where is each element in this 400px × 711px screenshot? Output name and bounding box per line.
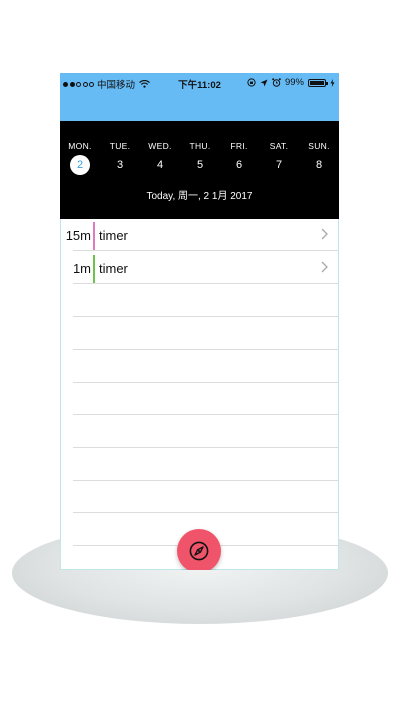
day-name: TUE. bbox=[109, 141, 131, 151]
empty-row-divider bbox=[73, 381, 338, 383]
empty-row-divider bbox=[73, 512, 338, 514]
day-number: 3 bbox=[116, 159, 124, 171]
empty-row-divider bbox=[73, 479, 338, 481]
location-arrow-icon bbox=[260, 79, 268, 86]
day-number: 4 bbox=[156, 159, 164, 171]
status-bar: 中国移动 下午11:02 99% bbox=[60, 73, 339, 93]
day-name: WED. bbox=[148, 141, 172, 151]
battery-percent: 99% bbox=[284, 77, 304, 88]
empty-row-divider bbox=[73, 414, 338, 416]
empty-row-divider bbox=[73, 348, 338, 350]
day-sun[interactable]: SUN. 8 bbox=[299, 141, 339, 175]
day-name: SUN. bbox=[308, 141, 330, 151]
timer-title: timer bbox=[99, 228, 128, 243]
phone-screen: 中国移动 下午11:02 99% MON. 2 TUE. 3 WED. 4 TH… bbox=[60, 73, 339, 570]
compass-icon bbox=[189, 541, 209, 561]
day-number: 6 bbox=[235, 159, 243, 171]
day-name: THU. bbox=[189, 141, 211, 151]
today-label: Today, 周一, 2 1月 2017 bbox=[146, 191, 253, 202]
day-tue[interactable]: TUE. 3 bbox=[100, 141, 140, 175]
timer-title: timer bbox=[99, 260, 128, 276]
rotation-lock-icon bbox=[247, 78, 256, 87]
navigation-bar bbox=[60, 93, 339, 121]
timer-duration: 15m bbox=[65, 228, 91, 243]
charging-bolt-icon bbox=[330, 78, 335, 87]
chevron-right-icon bbox=[321, 260, 328, 276]
selected-day-number: 2 bbox=[70, 155, 90, 175]
category-color-bar bbox=[93, 254, 95, 283]
week-header: MON. 2 TUE. 3 WED. 4 THU. 5 FRI. 6 SAT. 7 SUN. 8 Toda… bbox=[60, 121, 339, 219]
day-name: FRI. bbox=[230, 141, 248, 151]
day-number: 7 bbox=[275, 159, 283, 171]
chevron-right-icon bbox=[321, 227, 328, 243]
day-number: 8 bbox=[315, 159, 323, 171]
day-number: 5 bbox=[196, 159, 204, 171]
timer-duration: 1m bbox=[72, 260, 91, 276]
timer-row[interactable]: 15m timer bbox=[61, 219, 338, 251]
battery-icon bbox=[308, 78, 328, 87]
timer-list: 15m timer 1m timer bbox=[60, 219, 339, 570]
timer-row[interactable]: 1m timer bbox=[61, 252, 338, 284]
empty-row-divider bbox=[73, 446, 338, 448]
alarm-clock-icon bbox=[272, 78, 281, 87]
day-thu[interactable]: THU. 5 bbox=[180, 141, 220, 175]
day-name: SAT. bbox=[269, 141, 289, 151]
weekday-strip: MON. 2 TUE. 3 WED. 4 THU. 5 FRI. 6 SAT. 7 SUN. 8 bbox=[60, 141, 339, 181]
row-divider bbox=[73, 282, 338, 284]
day-name: MON. bbox=[68, 141, 92, 151]
explore-button[interactable] bbox=[177, 529, 221, 570]
category-color-bar bbox=[93, 222, 95, 250]
day-wed[interactable]: WED. 4 bbox=[140, 141, 180, 175]
day-fri[interactable]: FRI. 6 bbox=[219, 141, 259, 175]
day-sat[interactable]: SAT. 7 bbox=[259, 141, 299, 175]
day-mon[interactable]: MON. 2 bbox=[60, 141, 100, 175]
empty-row-divider bbox=[73, 316, 338, 318]
